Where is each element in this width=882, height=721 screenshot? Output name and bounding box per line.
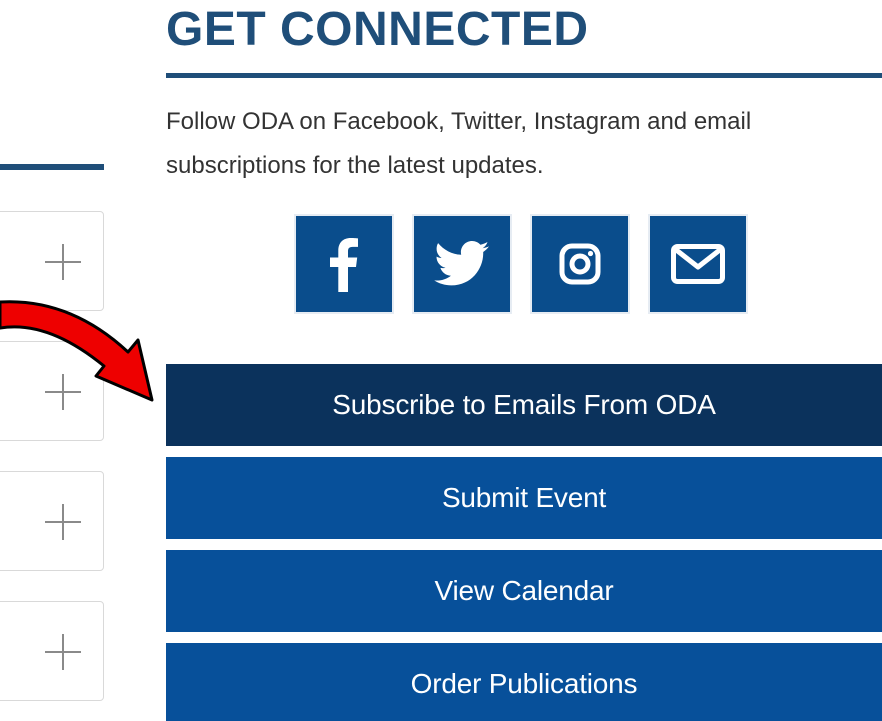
submit-event-button[interactable]: Submit Event <box>166 457 882 539</box>
accordion-toggle-3[interactable] <box>0 471 104 571</box>
view-calendar-button[interactable]: View Calendar <box>166 550 882 632</box>
twitter-link[interactable] <box>412 214 512 314</box>
accordion-toggle-1[interactable] <box>0 211 104 311</box>
twitter-icon <box>434 241 490 287</box>
email-link[interactable] <box>648 214 748 314</box>
envelope-icon <box>671 244 725 284</box>
section-title: GET CONNECTED <box>166 3 589 56</box>
plus-icon <box>43 632 83 672</box>
plus-icon <box>43 242 83 282</box>
plus-icon <box>43 502 83 542</box>
instagram-link[interactable] <box>530 214 630 314</box>
facebook-icon <box>329 236 359 292</box>
order-publications-button[interactable]: Order Publications <box>166 643 882 721</box>
page: GET CONNECTED Follow ODA on Facebook, Tw… <box>0 0 882 721</box>
facebook-link[interactable] <box>294 214 394 314</box>
instagram-icon <box>559 243 601 285</box>
title-underline <box>166 73 882 78</box>
accordion-divider <box>0 164 104 170</box>
accordion-toggle-4[interactable] <box>0 601 104 701</box>
annotation-arrow-icon <box>0 300 154 402</box>
section-intro: Follow ODA on Facebook, Twitter, Instagr… <box>166 108 752 179</box>
subscribe-emails-button[interactable]: Subscribe to Emails From ODA <box>166 364 882 446</box>
